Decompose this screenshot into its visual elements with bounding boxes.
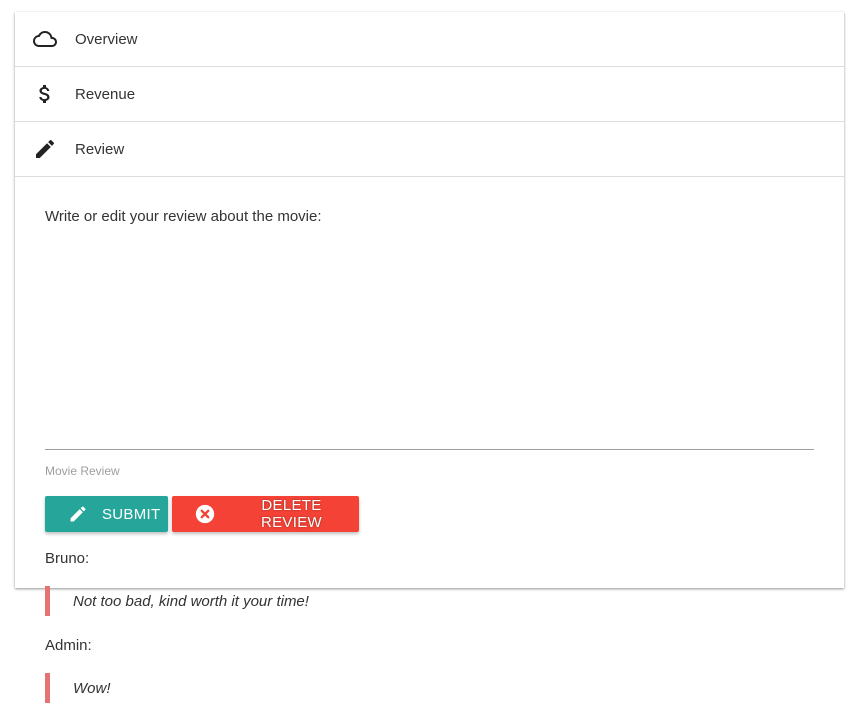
submit-button[interactable]: SUBMIT bbox=[45, 496, 168, 532]
review-quote: Wow! bbox=[45, 673, 805, 703]
tab-overview-label: Overview bbox=[75, 30, 138, 48]
review-author: Bruno: bbox=[45, 550, 90, 567]
review-quote: Not too bad, kind worth it your time! bbox=[45, 586, 805, 616]
pencil-icon bbox=[33, 137, 57, 161]
tab-review[interactable]: Review bbox=[15, 122, 844, 177]
delete-review-button[interactable]: DELETE REVIEW bbox=[172, 496, 359, 532]
tab-review-label: Review bbox=[75, 140, 125, 158]
tab-revenue[interactable]: Revenue bbox=[15, 67, 844, 122]
delete-review-label: DELETE REVIEW bbox=[261, 497, 322, 531]
movie-card: Overview Revenue Review Write or edit yo… bbox=[15, 12, 844, 703]
review-input-label: Movie Review bbox=[45, 464, 120, 478]
cancel-circle-icon bbox=[194, 503, 216, 525]
cloud-icon bbox=[33, 27, 57, 51]
review-input[interactable] bbox=[45, 419, 814, 450]
tab-overview[interactable]: Overview bbox=[15, 12, 844, 67]
review-author: Admin: bbox=[45, 637, 92, 654]
submit-label: SUBMIT bbox=[102, 505, 161, 523]
pencil-icon bbox=[68, 504, 88, 524]
review-prompt: Write or edit your review about the movi… bbox=[45, 208, 322, 225]
dollar-icon bbox=[33, 82, 57, 106]
tab-revenue-label: Revenue bbox=[75, 85, 136, 103]
